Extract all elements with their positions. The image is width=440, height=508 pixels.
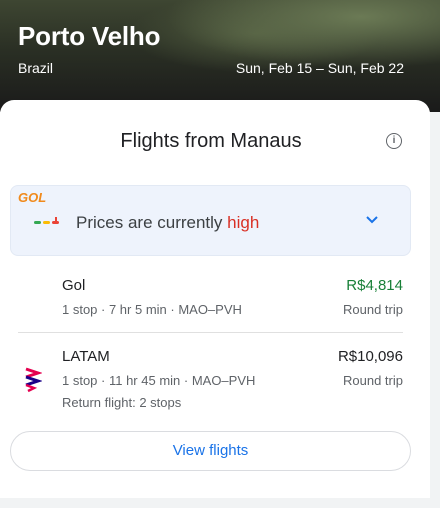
price-level-value: high <box>227 213 260 232</box>
destination-country: Brazil <box>18 60 54 76</box>
trip-dates: Sun, Feb 15 – Sun, Feb 22 <box>235 60 404 76</box>
latam-logo-icon <box>25 367 42 393</box>
price-level-prefix: Prices are currently <box>76 213 228 232</box>
airline-name: LATAM <box>62 348 110 365</box>
view-flights-button[interactable]: View flights <box>10 431 411 471</box>
flight-price: R$4,814 <box>346 277 403 294</box>
divider <box>18 332 403 333</box>
return-flight-note: Return flight: 2 stops <box>62 395 182 410</box>
flight-price: R$10,096 <box>337 348 403 365</box>
card-title: Flights from Manaus <box>120 130 302 152</box>
destination-hero-image: Porto Velho Brazil Sun, Feb 15 – Sun, Fe… <box>0 0 440 112</box>
price-insight-banner[interactable]: Prices are currently high <box>10 185 411 256</box>
chevron-down-icon[interactable] <box>364 212 380 228</box>
price-level-icon <box>34 217 59 224</box>
airline-name: Gol <box>62 277 86 294</box>
flight-details: 1 stop · 11 hr 45 min · MAO–PVH <box>62 373 256 388</box>
gol-logo-icon: GOL <box>18 190 47 205</box>
trip-type: Round trip <box>343 373 403 388</box>
destination-title: Porto Velho <box>18 21 161 51</box>
price-level-text: Prices are currently high <box>76 213 259 233</box>
info-icon[interactable]: i <box>386 133 402 149</box>
bottom-strip <box>0 498 440 508</box>
trip-type: Round trip <box>343 302 403 317</box>
flight-details: 1 stop · 7 hr 5 min · MAO–PVH <box>62 302 242 317</box>
